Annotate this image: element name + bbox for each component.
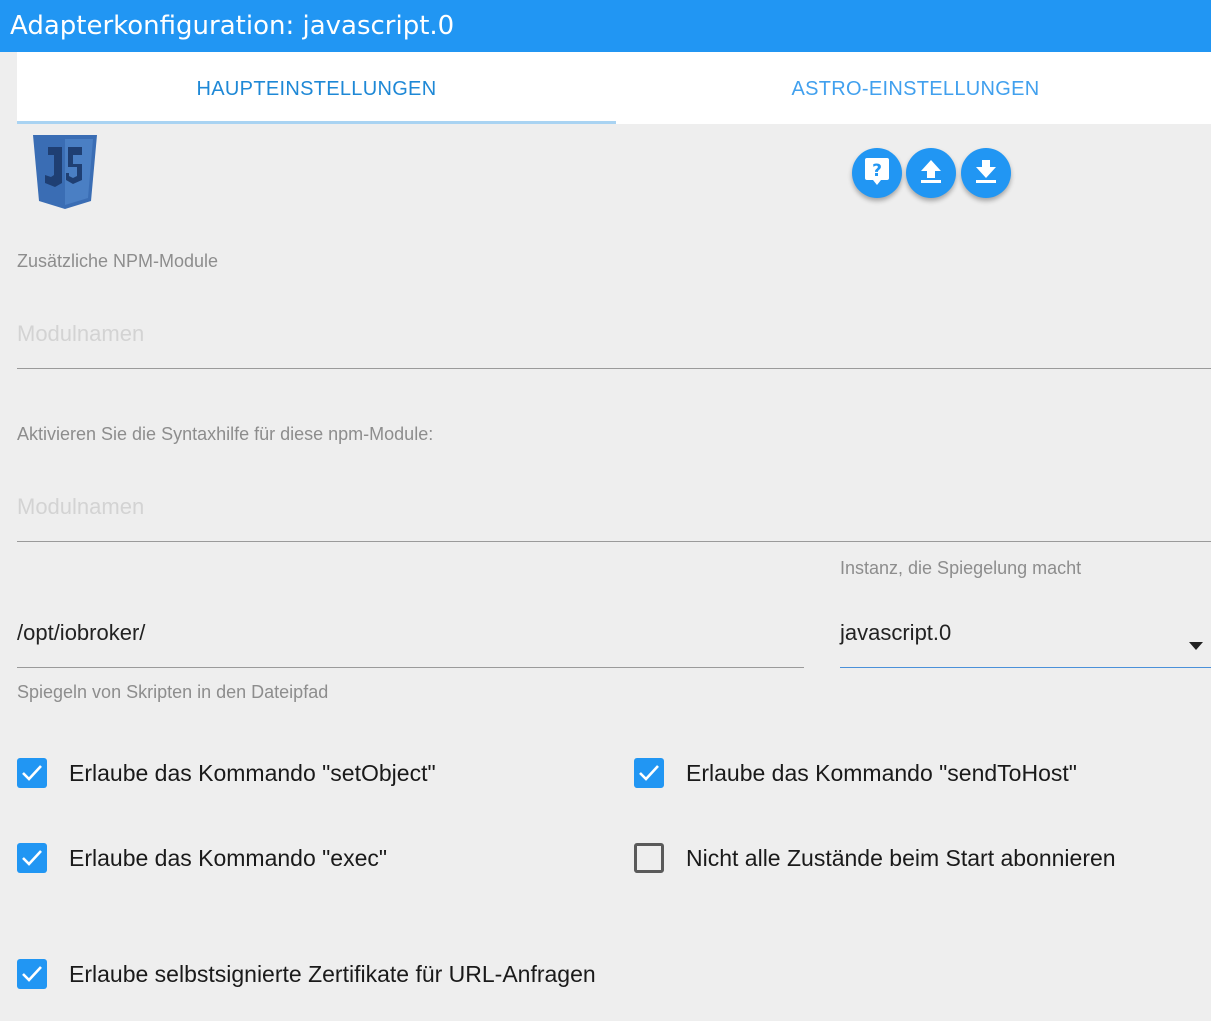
window-title: Adapterkonfiguration: javascript.0 (0, 0, 1211, 52)
mirror-instance-label: Instanz, die Spiegelung macht (840, 558, 1082, 578)
mirror-path-underline (17, 667, 804, 668)
svg-text:?: ? (872, 161, 882, 181)
checkbox-nosubscribe[interactable] (634, 843, 664, 873)
mirror-path-value: /opt/iobroker/ (17, 620, 146, 645)
checkbox-sendtohost-label: Erlaube das Kommando "sendToHost" (686, 759, 1077, 786)
tab-main-settings[interactable]: HAUPTEINSTELLUNGEN (17, 52, 616, 124)
upload-button[interactable] (906, 148, 956, 198)
help-icon: ? (864, 156, 890, 191)
tab-bar: HAUPTEINSTELLUNGEN ASTRO-EINSTELLUNGEN (17, 52, 1211, 124)
checkbox-setobject[interactable] (17, 758, 47, 788)
mirror-instance-select[interactable]: javascript.0 (840, 620, 1211, 660)
npm-modules-label: Zusätzliche NPM-Module (17, 251, 219, 271)
checkbox-sendtohost[interactable] (634, 758, 664, 788)
checkmark-icon (22, 966, 42, 982)
checkmark-icon (22, 850, 42, 866)
mirror-instance-underline (840, 667, 1211, 668)
mirror-path-input[interactable]: /opt/iobroker/ (17, 620, 804, 656)
syntax-help-placeholder: Modulnamen (17, 494, 145, 519)
download-icon (974, 158, 998, 189)
syntax-help-label: Aktivieren Sie die Syntaxhilfe für diese… (17, 424, 434, 444)
npm-modules-underline (17, 368, 1211, 369)
npm-modules-placeholder: Modulnamen (17, 321, 145, 346)
help-button[interactable]: ? (852, 148, 902, 198)
tab-astro-settings[interactable]: ASTRO-EINSTELLUNGEN (616, 52, 1211, 124)
upload-icon (919, 158, 943, 189)
checkbox-setobject-label: Erlaube das Kommando "setObject" (69, 759, 436, 786)
syntax-help-input[interactable]: Modulnamen (17, 494, 1211, 530)
javascript-logo (33, 135, 97, 209)
chevron-down-icon (1189, 630, 1203, 656)
checkbox-row-selfsigned[interactable]: Erlaube selbstsignierte Zertifikate für … (17, 959, 596, 989)
checkbox-row-setobject[interactable]: Erlaube das Kommando "setObject" (17, 758, 436, 788)
checkbox-nosubscribe-label: Nicht alle Zustände beim Start abonniere… (686, 844, 1116, 871)
checkbox-selfsigned[interactable] (17, 959, 47, 989)
syntax-help-underline (17, 541, 1211, 542)
checkbox-row-nosubscribe[interactable]: Nicht alle Zustände beim Start abonniere… (634, 843, 1116, 873)
checkbox-exec[interactable] (17, 843, 47, 873)
npm-modules-input[interactable]: Modulnamen (17, 321, 1211, 357)
checkmark-icon (639, 765, 659, 781)
mirror-instance-value: javascript.0 (840, 620, 952, 645)
mirror-path-helper: Spiegeln von Skripten in den Dateipfad (17, 682, 329, 702)
checkbox-row-sendtohost[interactable]: Erlaube das Kommando "sendToHost" (634, 758, 1077, 788)
checkbox-exec-label: Erlaube das Kommando "exec" (69, 844, 388, 871)
checkmark-icon (22, 765, 42, 781)
checkbox-selfsigned-label: Erlaube selbstsignierte Zertifikate für … (69, 960, 596, 987)
checkbox-row-exec[interactable]: Erlaube das Kommando "exec" (17, 843, 387, 873)
download-button[interactable] (961, 148, 1011, 198)
